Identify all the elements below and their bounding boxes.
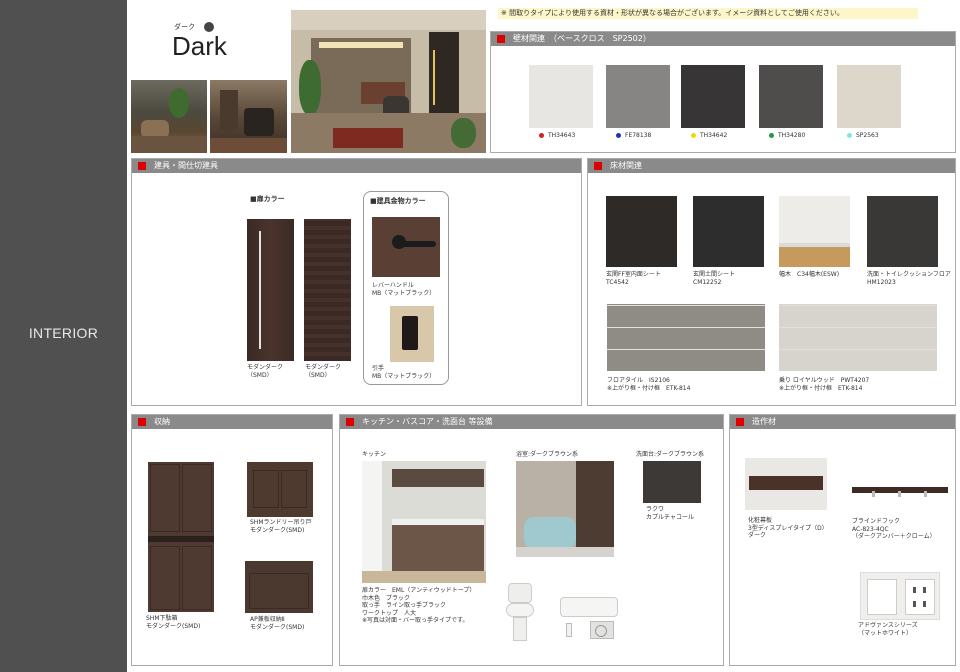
floor-tile-label: 幅木 C34幅木(ESW) <box>779 271 840 278</box>
wall-swatch-label: FE78138 <box>616 132 651 140</box>
floor-tile-label: 玄関土間シート CM12252 <box>693 271 736 286</box>
color-dot-icon <box>539 133 544 138</box>
color-dot-icon <box>769 133 774 138</box>
ac-remote <box>566 623 572 637</box>
shelf-label: 化粧幕板 3型ディスプレイタイプ（D） ダーク <box>748 517 828 539</box>
floor-tile-swatch <box>693 196 764 267</box>
wall-panel-title: 壁材関連 （ベースクロス SP2502） <box>491 32 955 46</box>
hardware-box: ■建具金物カラー レバーハンドル MB（マットブラック） 引手 MB（マットブラ… <box>363 191 449 385</box>
door-label-1: モダンダーク （SMD） <box>247 364 284 379</box>
storage-label-3: AP兼板収納Ⅱ モダンダーク(SMD) <box>250 616 305 631</box>
floor-panel: 床材関連 玄関FF室内面シート TC4542 玄関土間シート CM12252 幅木 … <box>587 158 956 406</box>
color-dot-icon <box>616 133 621 138</box>
fittings-panel: 建具・間仕切建具 ■扉カラー モダンダーク （SMD） モダンダーク （SMD）… <box>131 158 582 406</box>
brand-title: Dark <box>172 31 227 61</box>
air-conditioner-photo <box>560 597 618 617</box>
built-panel-title: 造作材 <box>730 415 955 429</box>
door-color-heading: ■扉カラー <box>250 195 285 203</box>
floor-panel-title: 床材関連 <box>588 159 955 173</box>
wall-swatch <box>529 65 593 128</box>
photo-living-corner <box>131 80 207 153</box>
laundry-cabinet-photo <box>247 462 313 517</box>
wall-swatch <box>837 65 901 128</box>
wall-panel: 壁材関連 （ベースクロス SP2502） TH34643 FE78138 TH346… <box>490 31 956 153</box>
door-swatch-1 <box>247 219 294 361</box>
vanity-label: 洗面台:ダークブラウン系 <box>636 451 705 458</box>
built-panel: 造作材 化粧幕板 3型ディスプレイタイプ（D） ダーク ブラインドフック AC-… <box>729 414 956 666</box>
sidebar-label: INTERIOR <box>28 325 99 341</box>
pull-handle-photo <box>390 306 434 362</box>
blind-hook-photo <box>852 487 948 497</box>
kitchen-photo <box>362 461 486 583</box>
lever-handle-photo <box>372 217 440 277</box>
color-dot-icon <box>847 133 852 138</box>
storage-label-2: SHMランドリー吊り戸 モダンダーク(SMD) <box>250 519 312 534</box>
pull-label: 引手 MB（マットブラック） <box>372 365 436 380</box>
hook-label: ブラインドフック AC-823-4QC （ダークアンバー＋クローム） <box>852 518 936 540</box>
door-swatch-2 <box>304 219 351 361</box>
storage-label-1: SHM下駄箱 モダンダーク(SMD) <box>146 615 201 630</box>
floor-plank-label: フロアタイル IS2106 ※上がり框・付け框 ETK-814 <box>607 377 691 392</box>
floor-plank-label: 乗り ロイヤルウッド PWT4207 ※上がり框・付け框 ETK-814 <box>779 377 870 392</box>
color-dot-icon <box>691 133 696 138</box>
hardware-heading: ■建具金物カラー <box>370 197 426 205</box>
floor-plank-swatch <box>607 304 765 371</box>
kitchen-label: キッチン <box>362 451 387 458</box>
floor-plank-swatch <box>779 304 937 371</box>
outlet-photo <box>860 572 940 620</box>
handle-label: レバーハンドル MB（マットブラック） <box>372 282 436 297</box>
sidebar: INTERIOR <box>0 0 127 672</box>
vanity-swatch <box>643 461 701 503</box>
shoe-cabinet-photo <box>148 462 214 612</box>
ap-storage-photo <box>245 561 313 613</box>
outlet-label: アドヴァンスシリーズ （マットホワイト） <box>858 622 918 637</box>
floor-tile-label: 玄関FF室内面シート TC4542 <box>606 271 661 286</box>
floor-tile-label: 洗面・トイレクッションフロア HM12023 <box>867 271 951 286</box>
disclaimer-note: ※ 間取りタイプにより使用する資材・形状が異なる場合がございます。イメージ資料と… <box>498 8 918 19</box>
storage-panel: 収納 SHM下駄箱 モダンダーク(SMD) SHMランドリー吊り戸 モダンダーク… <box>131 414 333 666</box>
floor-tile-swatch <box>606 196 677 267</box>
bath-photo <box>516 461 614 557</box>
toilet-photo <box>502 583 538 643</box>
wall-swatch-label: TH34642 <box>691 132 727 140</box>
photo-living-room <box>291 10 486 153</box>
wall-swatch-label: TH34280 <box>769 132 805 140</box>
door-label-2: モダンダーク （SMD） <box>305 364 342 379</box>
display-shelf-photo <box>745 458 827 510</box>
floor-tile-swatch <box>779 196 850 267</box>
bath-label: 浴室:ダークブラウン系 <box>516 451 579 458</box>
kitchen-spec: 扉カラー EML（アンティウッドトープ） 巾木色 ブラック 取っ手 ライン取っ手… <box>362 587 476 624</box>
floor-tile-swatch <box>867 196 938 267</box>
wall-swatch-label: TH34643 <box>539 132 575 140</box>
fittings-panel-title: 建具・間仕切建具 <box>132 159 581 173</box>
wall-swatch <box>606 65 670 128</box>
wall-swatch-label: SP2563 <box>847 132 879 140</box>
photo-chair <box>210 80 287 153</box>
storage-panel-title: 収納 <box>132 415 332 429</box>
vanity-sub-label: ラクワ カプルチャコール <box>646 506 694 521</box>
kitchen-panel-title: キッチン・バスコア・洗面台 等設備 <box>340 415 723 429</box>
wall-swatch <box>681 65 745 128</box>
kitchen-panel: キッチン・バスコア・洗面台 等設備 キッチン 扉カラー EML（アンティウッドト… <box>339 414 724 666</box>
wall-swatch <box>759 65 823 128</box>
ac-outdoor-unit <box>590 621 614 639</box>
